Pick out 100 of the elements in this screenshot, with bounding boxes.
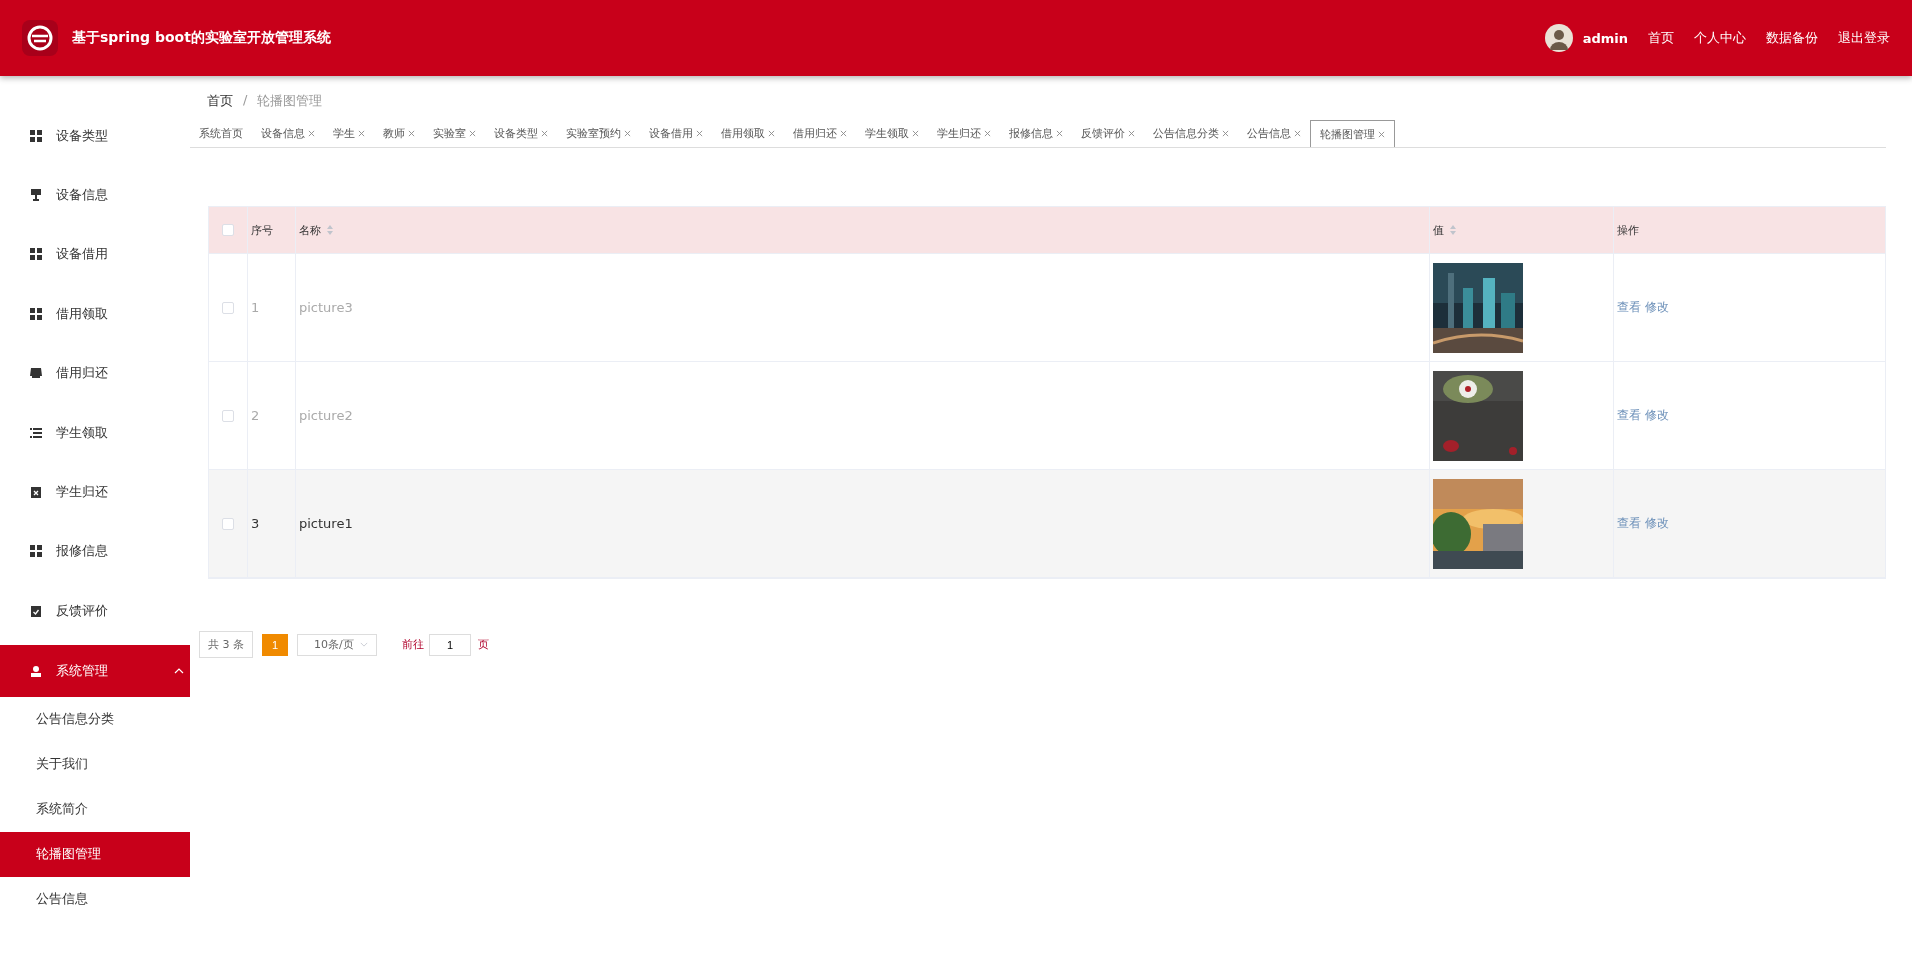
page-tab[interactable]: 学生归还 <box>928 120 1000 146</box>
total-count: 共 3 条 <box>199 631 253 658</box>
grid-icon <box>30 129 42 142</box>
menu-item[interactable]: 报修信息 <box>0 521 190 582</box>
menu-item[interactable]: 反馈评价 <box>0 581 190 641</box>
table-cell: 2 <box>251 408 260 423</box>
caret-icon <box>360 642 368 647</box>
close-icon[interactable] <box>1128 129 1135 137</box>
tray-icon <box>30 367 42 380</box>
menu-label: 设备借用 <box>56 245 108 264</box>
logo-icon <box>22 20 58 56</box>
page-tab[interactable]: 系统首页 <box>190 120 252 146</box>
checkbox[interactable] <box>222 409 234 422</box>
page-tab[interactable]: 设备类型 <box>485 120 557 146</box>
action-link[interactable]: 修改 <box>1645 299 1669 316</box>
close-icon[interactable] <box>469 129 476 137</box>
menu-label: 系统管理 <box>56 661 108 680</box>
page-tab[interactable]: 反馈评价 <box>1072 120 1144 146</box>
avatar-icon <box>1544 24 1573 52</box>
close-icon[interactable] <box>1294 129 1301 137</box>
page-tab[interactable]: 借用归还 <box>784 120 856 146</box>
goto-label: 前往 <box>402 637 424 652</box>
menu-label: 设备信息 <box>56 186 108 205</box>
checkbox[interactable] <box>222 517 234 530</box>
page-suffix: 页 <box>478 637 489 652</box>
stamp-icon <box>30 189 42 202</box>
page-tab[interactable]: 教师 <box>374 120 424 146</box>
page-tab[interactable]: 实验室 <box>424 120 485 146</box>
user-icon <box>30 664 42 677</box>
menu-item[interactable]: 设备信息 <box>0 165 190 225</box>
action-link[interactable]: 查看 <box>1617 407 1641 424</box>
page-tab[interactable]: 实验室预约 <box>557 120 640 146</box>
header-link[interactable]: 首页 <box>1648 29 1674 47</box>
header-link[interactable]: 个人中心 <box>1694 29 1746 47</box>
page-tab[interactable]: 公告信息 <box>1238 120 1310 146</box>
column-header[interactable]: 名称 <box>299 222 333 238</box>
close-icon[interactable] <box>358 129 365 137</box>
menu-label: 报修信息 <box>56 542 108 561</box>
action-link[interactable]: 修改 <box>1645 407 1669 424</box>
submenu-item[interactable]: 关于我们 <box>0 741 190 787</box>
grid-icon <box>30 248 42 261</box>
menu-label: 反馈评价 <box>56 601 108 620</box>
close-icon[interactable] <box>984 129 991 137</box>
grid-icon <box>30 307 42 320</box>
page-size-select[interactable]: 10条/页 <box>297 633 377 656</box>
submenu-item[interactable]: 系统简介 <box>0 786 190 832</box>
close-icon[interactable] <box>912 129 919 137</box>
menu-item[interactable]: 学生归还 <box>0 462 190 522</box>
header-link[interactable]: 数据备份 <box>1766 29 1818 47</box>
breadcrumb-item[interactable]: 首页 <box>207 92 233 114</box>
clipboard-icon <box>30 486 42 499</box>
menu-item[interactable]: 学生领取 <box>0 402 190 463</box>
grid-icon <box>30 545 42 558</box>
page-tab[interactable]: 报修信息 <box>1000 120 1072 146</box>
close-icon[interactable] <box>696 129 703 137</box>
page-input[interactable]: 1 <box>429 633 471 656</box>
page-tab[interactable]: 轮播图管理 <box>1310 120 1395 147</box>
table-cell: picture1 <box>299 516 353 531</box>
menu-group[interactable]: 系统管理 <box>0 644 190 697</box>
checkbox[interactable] <box>222 301 234 314</box>
clipboard-icon <box>30 604 42 617</box>
close-icon[interactable] <box>1056 129 1063 137</box>
menu-item[interactable]: 设备类型 <box>0 106 190 166</box>
close-icon[interactable] <box>541 129 548 137</box>
submenu-item[interactable]: 公告信息 <box>0 876 190 922</box>
table-cell: picture2 <box>299 408 353 423</box>
column-header: 序号 <box>251 222 273 238</box>
sort-icon <box>1450 225 1456 235</box>
column-header[interactable]: 值 <box>1433 222 1456 238</box>
menu-label: 借用领取 <box>56 304 108 323</box>
sort-icon <box>327 225 333 235</box>
page-tab[interactable]: 公告信息分类 <box>1144 120 1238 146</box>
header-link[interactable]: 退出登录 <box>1838 29 1890 47</box>
menu-item[interactable]: 借用领取 <box>0 284 190 344</box>
submenu-item[interactable]: 轮播图管理 <box>0 831 190 877</box>
page-tab[interactable]: 借用领取 <box>712 120 784 146</box>
close-icon[interactable] <box>840 129 847 137</box>
menu-item[interactable]: 借用归还 <box>0 343 190 403</box>
close-icon[interactable] <box>768 129 775 137</box>
action-link[interactable]: 查看 <box>1617 299 1641 316</box>
menu-item[interactable]: 设备借用 <box>0 224 190 285</box>
menu-label: 借用归还 <box>56 364 108 383</box>
close-icon[interactable] <box>1222 129 1229 137</box>
table-cell: picture3 <box>299 300 353 315</box>
page-tab[interactable]: 设备信息 <box>252 120 324 146</box>
close-icon[interactable] <box>1378 130 1385 138</box>
page-tab[interactable]: 设备借用 <box>640 120 712 146</box>
app-title: 基于spring boot的实验室开放管理系统 <box>72 29 331 47</box>
breadcrumb-item: / <box>243 92 248 109</box>
menu-label: 学生归还 <box>56 483 108 502</box>
menu-label: 学生领取 <box>56 423 108 442</box>
close-icon[interactable] <box>308 129 315 137</box>
close-icon[interactable] <box>408 129 415 137</box>
page-tab[interactable]: 学生 <box>324 120 374 146</box>
breadcrumb-item: 轮播图管理 <box>257 92 323 110</box>
table-cell: 3 <box>251 516 260 531</box>
checkbox[interactable] <box>222 224 234 236</box>
page-tab[interactable]: 学生领取 <box>856 120 928 146</box>
submenu-item[interactable]: 公告信息分类 <box>0 696 190 742</box>
close-icon[interactable] <box>624 129 631 137</box>
